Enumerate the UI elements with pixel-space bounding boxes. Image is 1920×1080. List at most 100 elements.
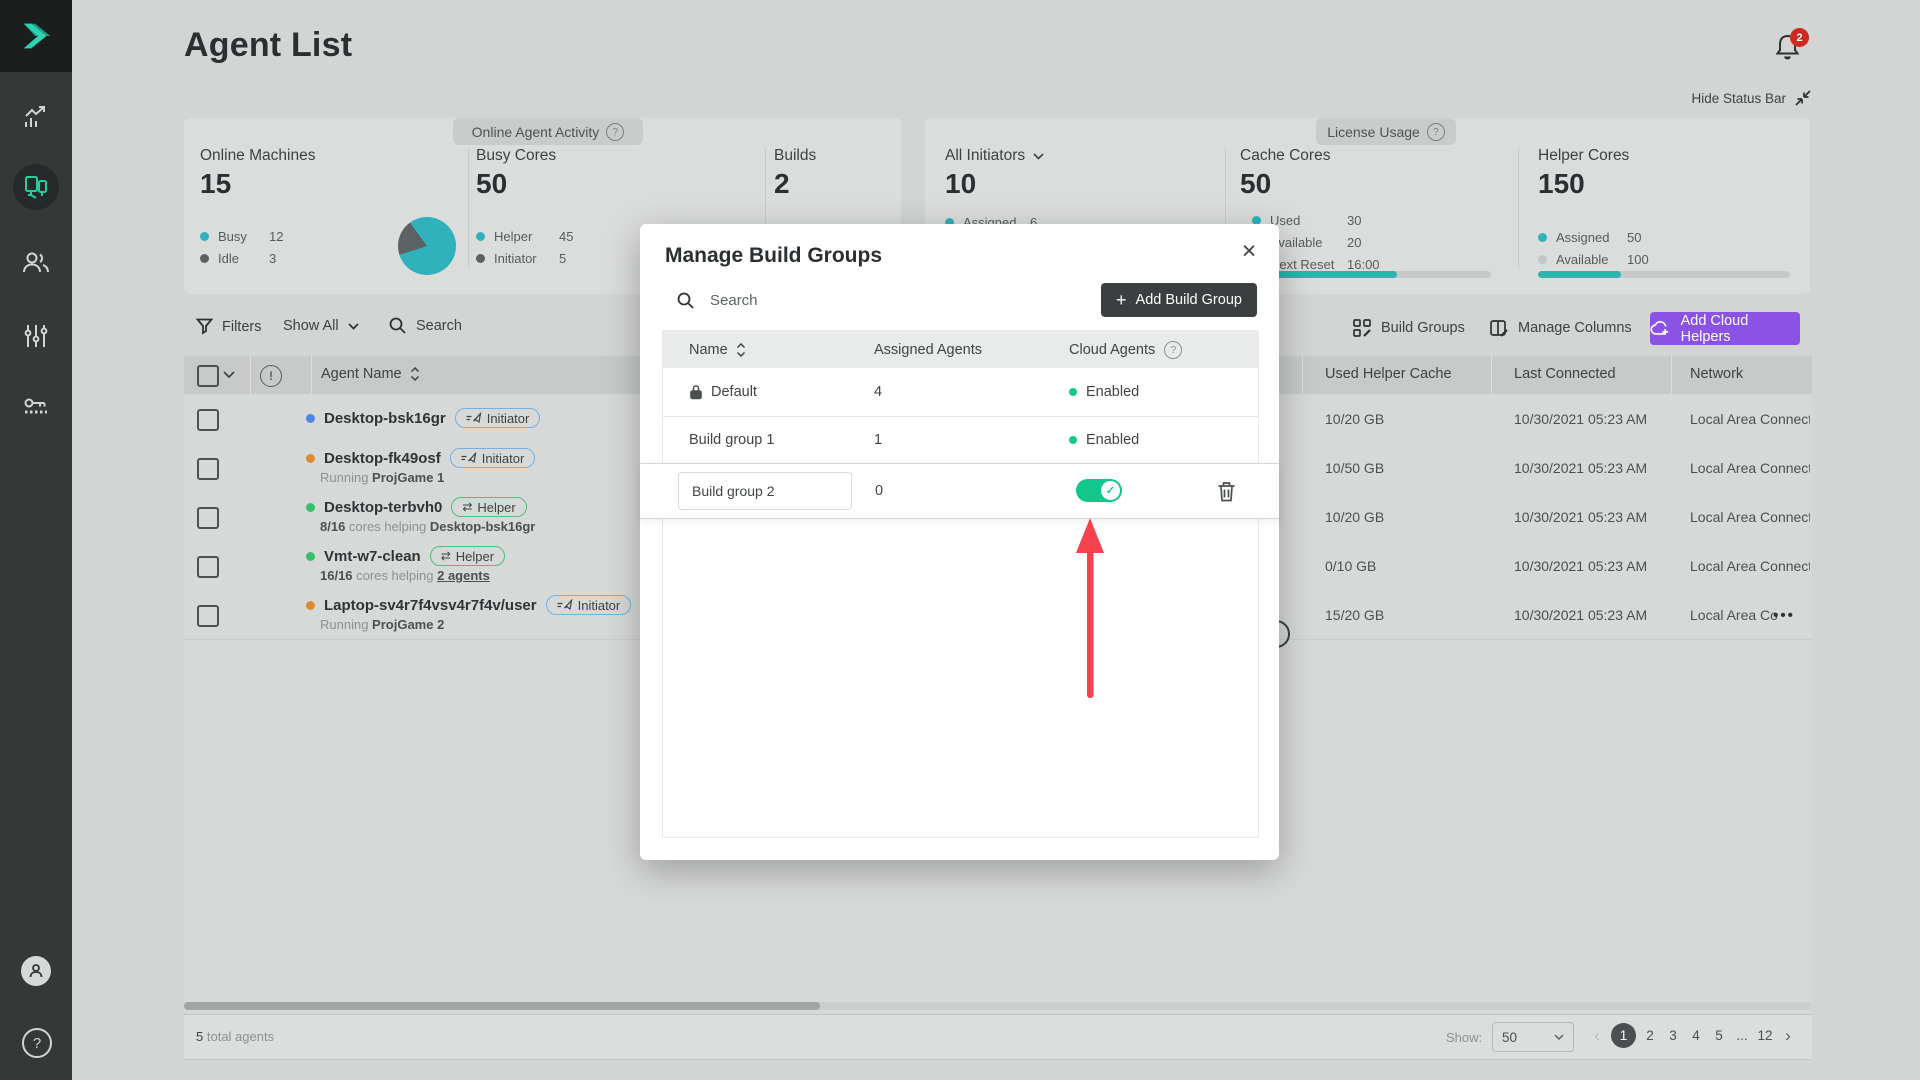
horizontal-scrollbar-thumb[interactable]: [184, 1002, 820, 1010]
row-checkbox[interactable]: [197, 605, 219, 627]
agent-subtext: Running ProjGame 2: [320, 617, 445, 632]
helper-cores-label: Helper Cores: [1538, 147, 1630, 164]
busy-cores-value: 50: [476, 168, 508, 199]
manage-build-groups-modal: Manage Build Groups Add Build Group Name…: [640, 224, 1279, 860]
status-dot: [306, 453, 315, 463]
page-button-1[interactable]: 1: [1611, 1023, 1636, 1048]
check-icon: [1101, 481, 1120, 500]
funnel-icon: [196, 318, 213, 335]
build-group-row[interactable]: Build group 1 1 Enabled: [663, 416, 1258, 465]
initiator-icon: [557, 599, 572, 611]
table-search-button[interactable]: Search: [388, 316, 462, 335]
cache-cell: 10/20 GB: [1325, 508, 1385, 525]
chevron-down-icon: [1033, 152, 1044, 160]
alerts-column-icon: [260, 365, 282, 387]
hide-status-bar-button[interactable]: Hide Status Bar: [1650, 88, 1812, 108]
trash-icon: [1218, 481, 1234, 501]
enabled-dot: [1069, 388, 1077, 396]
delete-build-group-button[interactable]: [1212, 477, 1240, 505]
next-page-button[interactable]: [1779, 1023, 1797, 1048]
online-machines-value: 15: [200, 168, 232, 199]
row-checkbox[interactable]: [197, 458, 219, 480]
network-header[interactable]: Network: [1690, 366, 1743, 382]
agent-name-sort[interactable]: Agent Name: [321, 366, 420, 382]
row-checkbox[interactable]: [197, 409, 219, 431]
add-cloud-helpers-button[interactable]: Add Cloud Helpers: [1650, 312, 1800, 345]
show-all-dropdown[interactable]: Show All: [283, 318, 359, 334]
close-icon[interactable]: [1234, 236, 1264, 266]
build-groups-button[interactable]: Build Groups: [1352, 318, 1465, 338]
initiator-icon: [466, 412, 482, 424]
modal-search[interactable]: [676, 286, 956, 314]
notification-badge: 2: [1790, 28, 1809, 47]
connected-cell: 10/30/2021 05:23 AM: [1514, 557, 1648, 574]
cloud-agents-header: Cloud Agents ?: [1069, 331, 1183, 368]
sidebar-item-dashboard[interactable]: [0, 95, 72, 141]
sidebar-item-agents[interactable]: [0, 164, 72, 210]
help-question-icon[interactable]: ?: [1426, 122, 1445, 141]
page-button-2[interactable]: 2: [1641, 1023, 1659, 1048]
help-question-icon[interactable]: ?: [1164, 340, 1183, 359]
sidebar-item-users[interactable]: [0, 240, 72, 286]
modal-title: Manage Build Groups: [665, 244, 883, 267]
plus-icon: [1116, 290, 1127, 311]
filters-button[interactable]: Filters: [196, 318, 261, 335]
manage-columns-button[interactable]: Manage Columns: [1489, 318, 1632, 338]
page-size-select[interactable]: 50: [1492, 1022, 1574, 1052]
page-button-3[interactable]: 3: [1664, 1023, 1682, 1048]
machines-pie-chart: [398, 217, 456, 275]
cache-cell: 0/10 GB: [1325, 557, 1377, 574]
row-checkbox[interactable]: [197, 507, 219, 529]
build-groups-header: Name Assigned Agents Cloud Agents ?: [663, 331, 1258, 368]
last-connected-header[interactable]: Last Connected: [1514, 366, 1616, 382]
helper-badge: ⇄ Helper: [429, 546, 506, 566]
chevron-down-icon: [1554, 1034, 1564, 1040]
select-menu-chevron-icon[interactable]: [223, 371, 235, 379]
license-panel-title: License Usage: [1327, 123, 1420, 140]
build-group-name-input[interactable]: [678, 472, 852, 510]
agents-link[interactable]: 2 agents: [437, 568, 490, 583]
help-question-icon[interactable]: ?: [606, 122, 625, 141]
prev-page-button[interactable]: [1588, 1023, 1606, 1048]
row-checkbox[interactable]: [197, 556, 219, 578]
notifications-button[interactable]: 2: [1774, 28, 1809, 66]
sidebar-item-license[interactable]: [0, 385, 72, 431]
build-group-row[interactable]: Default 4 Enabled: [663, 368, 1258, 417]
network-cell: Local Area Connection: [1690, 557, 1810, 574]
agents-icon: [25, 176, 47, 199]
connected-cell: 10/30/2021 05:23 AM: [1514, 508, 1648, 525]
used-helper-cache-header[interactable]: Used Helper Cache: [1325, 366, 1452, 382]
sliders-icon: [24, 325, 48, 347]
initiator-icon: [461, 452, 477, 464]
all-initiators-value: 10: [945, 168, 977, 199]
page-button-4[interactable]: 4: [1687, 1023, 1705, 1048]
all-initiators-dropdown[interactable]: All Initiators: [945, 147, 1044, 165]
page-button-5[interactable]: 5: [1710, 1023, 1728, 1048]
cloud-agents-toggle[interactable]: [1076, 479, 1122, 502]
agent-subtext: 16/16 cores helping 2 agents: [320, 568, 490, 583]
user-avatar[interactable]: [21, 956, 51, 986]
app-logo[interactable]: [0, 0, 72, 72]
cache-cell: 15/20 GB: [1325, 606, 1385, 623]
swap-arrows-icon: ⇄: [462, 500, 473, 514]
row-actions-button[interactable]: [1762, 604, 1806, 626]
legend-idle: Idle 3: [200, 250, 276, 266]
users-icon: [23, 252, 49, 273]
initiator-dot: [476, 253, 485, 263]
swap-arrows-icon: ⇄: [440, 549, 451, 563]
divider: [1518, 148, 1519, 268]
busy-cores-label: Busy Cores: [476, 147, 557, 164]
modal-search-input[interactable]: [708, 290, 932, 310]
add-build-group-button[interactable]: Add Build Group: [1101, 283, 1257, 317]
helper-badge: ⇄ Helper: [451, 497, 527, 517]
manage-columns-icon: [1490, 320, 1508, 337]
sidebar-item-settings[interactable]: [0, 313, 72, 359]
cache-cell: 10/20 GB: [1325, 410, 1385, 427]
help-icon[interactable]: ?: [22, 1028, 52, 1058]
select-all-checkbox[interactable]: [197, 365, 219, 387]
legend-initiator: Initiator 5: [476, 250, 566, 266]
page-button-12[interactable]: 12: [1756, 1023, 1774, 1048]
name-sort[interactable]: Name: [689, 331, 746, 368]
agent-name: Vmt-w7-clean: [324, 547, 421, 565]
initiator-badge: Initiator: [545, 595, 632, 615]
